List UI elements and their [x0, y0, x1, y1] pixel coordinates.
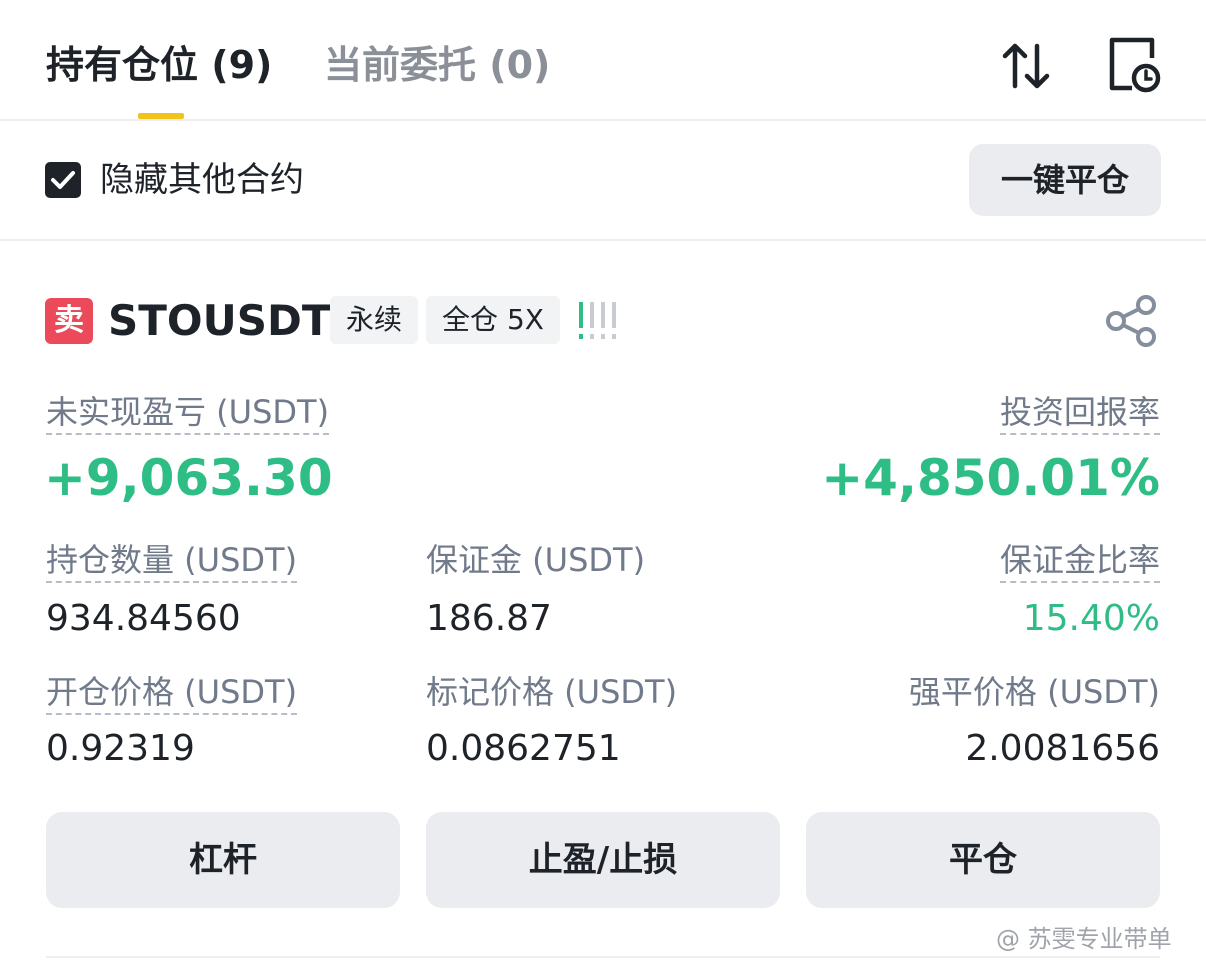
watermark: @ 苏雯专业带单 [996, 925, 1172, 953]
margin-value: 186.87 [426, 598, 552, 639]
signal-strength-icon [578, 300, 620, 342]
margin-mode-tag: 全仓 5X [426, 296, 560, 344]
close-all-button[interactable]: 一键平仓 [969, 144, 1161, 216]
history-icon[interactable] [1104, 36, 1162, 94]
share-icon[interactable] [1104, 294, 1160, 348]
position-size-value: 934.84560 [46, 598, 241, 639]
leverage-button[interactable]: 杠杆 [46, 812, 400, 908]
position-symbol[interactable]: STOUSDT [108, 296, 330, 346]
card-bottom-divider [46, 956, 1160, 958]
toolbar-divider [0, 239, 1206, 241]
close-position-button[interactable]: 平仓 [806, 812, 1160, 908]
tp-sl-button[interactable]: 止盈/止损 [426, 812, 780, 908]
sort-icon[interactable] [1000, 40, 1052, 92]
mark-price-value: 0.0862751 [426, 728, 621, 769]
hide-other-contracts-checkbox[interactable] [45, 162, 81, 198]
sell-side-badge: 卖 [45, 298, 93, 344]
margin-label: 保证金 (USDT) [426, 541, 646, 579]
contract-type-tag: 永续 [330, 296, 418, 344]
unrealized-pnl-value: +9,063.30 [44, 449, 333, 507]
tab-open-orders[interactable]: 当前委托 (0) [324, 46, 550, 84]
position-size-label[interactable]: 持仓数量 (USDT) [46, 541, 298, 583]
entry-price-value: 0.92319 [46, 728, 195, 769]
entry-price-label[interactable]: 开仓价格 (USDT) [46, 673, 298, 715]
header-divider [0, 119, 1206, 121]
tab-positions[interactable]: 持有仓位 (9) [46, 46, 272, 84]
roe-label[interactable]: 投资回报率 [999, 393, 1160, 435]
margin-ratio-label[interactable]: 保证金比率 [999, 541, 1160, 583]
liquidation-price-value: 2.0081656 [965, 728, 1160, 769]
liquidation-price-label: 强平价格 (USDT) [908, 673, 1160, 711]
unrealized-pnl-label[interactable]: 未实现盈亏 (USDT) [46, 393, 330, 435]
mark-price-label: 标记价格 (USDT) [426, 673, 678, 711]
margin-ratio-value: 15.40% [1022, 598, 1160, 639]
roe-value: +4,850.01% [821, 449, 1160, 507]
hide-other-contracts-label[interactable]: 隐藏其他合约 [100, 160, 304, 200]
check-icon [51, 171, 75, 189]
